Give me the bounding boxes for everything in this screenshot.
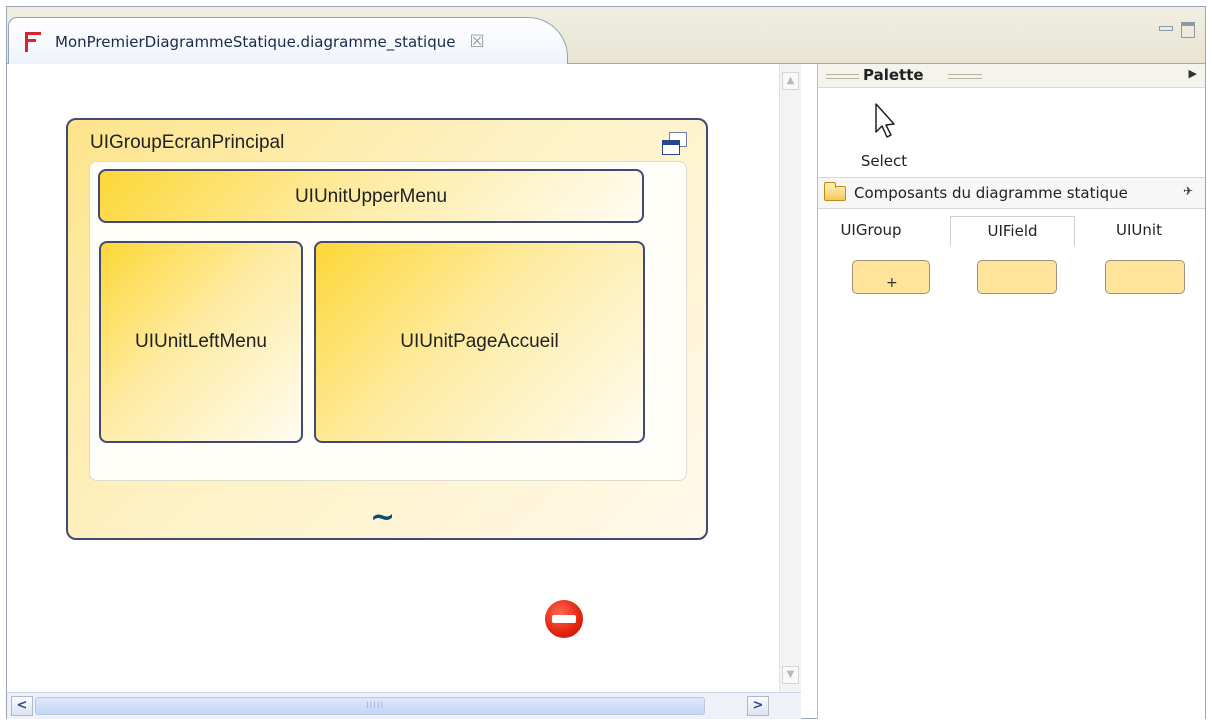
drawer-label: Composants du diagramme statique [854, 184, 1128, 202]
close-icon[interactable]: ☒ [469, 32, 484, 52]
unit-label: UIUnitUpperMenu [294, 186, 448, 207]
maximize-button[interactable] [1181, 22, 1195, 38]
pin-icon[interactable]: ✈ [1183, 184, 1193, 198]
palette-title: Palette [863, 66, 924, 84]
tab-title: MonPremierDiagrammeStatique.diagramme_st… [55, 32, 456, 51]
palette-panel: Palette ▶ Select Composants du diagramme… [817, 64, 1205, 719]
grip-lines-icon [826, 74, 859, 79]
expand-arrow-icon[interactable]: ▶ [1189, 67, 1197, 80]
restore-windows-icon[interactable] [660, 130, 690, 158]
uigroup-tool[interactable]: + [852, 260, 930, 294]
drawer-header[interactable]: Composants du diagramme statique ✈ [818, 177, 1205, 209]
scroll-right-button[interactable]: > [747, 696, 769, 716]
diagram-canvas[interactable]: UIGroupEcranPrincipal ~ UIUnitUpperMenu … [7, 64, 779, 692]
tab-uifield[interactable]: UIField [950, 216, 1075, 246]
unit-label: UIUnitLeftMenu [134, 331, 267, 352]
editor-tab-bar: MonPremierDiagrammeStatique.diagramme_st… [7, 7, 1205, 65]
palette-header[interactable]: Palette ▶ [818, 64, 1205, 88]
cursor-arrow-icon [875, 103, 895, 138]
folder-open-icon [824, 182, 846, 201]
uifield-tool[interactable] [977, 260, 1057, 294]
horizontal-scrollbar[interactable]: < IIIII > [7, 692, 801, 719]
collapse-handle-icon[interactable]: ~ [370, 500, 395, 535]
tab-uigroup[interactable]: UIGroup [826, 216, 916, 246]
uiunit-tool[interactable] [1105, 260, 1185, 294]
ui-unit-upper-menu[interactable]: UIUnitUpperMenu [98, 169, 644, 223]
scroll-up-icon[interactable]: ▲ [782, 72, 799, 90]
no-entry-icon [545, 600, 583, 638]
select-label: Select [860, 152, 908, 170]
ui-unit-page-accueil[interactable]: UIUnitPageAccueil [314, 241, 645, 443]
unit-label: UIUnitPageAccueil [400, 331, 559, 352]
vertical-scrollbar[interactable]: ▲ ▼ [779, 64, 801, 692]
scroll-down-icon[interactable]: ▼ [782, 666, 799, 684]
select-tool[interactable]: Select [854, 102, 914, 172]
tab-uiunit[interactable]: UIUnit [1094, 216, 1184, 246]
scroll-left-button[interactable]: < [11, 696, 33, 716]
group-title: UIGroupEcranPrincipal [90, 132, 285, 153]
editor-window: MonPremierDiagrammeStatique.diagramme_st… [6, 6, 1206, 719]
plus-icon: + [886, 275, 898, 291]
minimize-button[interactable] [1159, 26, 1173, 31]
editor-tab[interactable]: MonPremierDiagrammeStatique.diagramme_st… [8, 17, 568, 65]
diagram-file-icon [23, 30, 43, 54]
grip-lines-icon [948, 74, 982, 79]
ui-unit-left-menu[interactable]: UIUnitLeftMenu [99, 241, 303, 443]
scroll-grip-icon: IIIII [366, 701, 385, 711]
palette-tabs: UIGroup UIField UIUnit [818, 216, 1205, 246]
scroll-thumb[interactable]: IIIII [35, 697, 705, 715]
window-controls [1159, 22, 1195, 38]
